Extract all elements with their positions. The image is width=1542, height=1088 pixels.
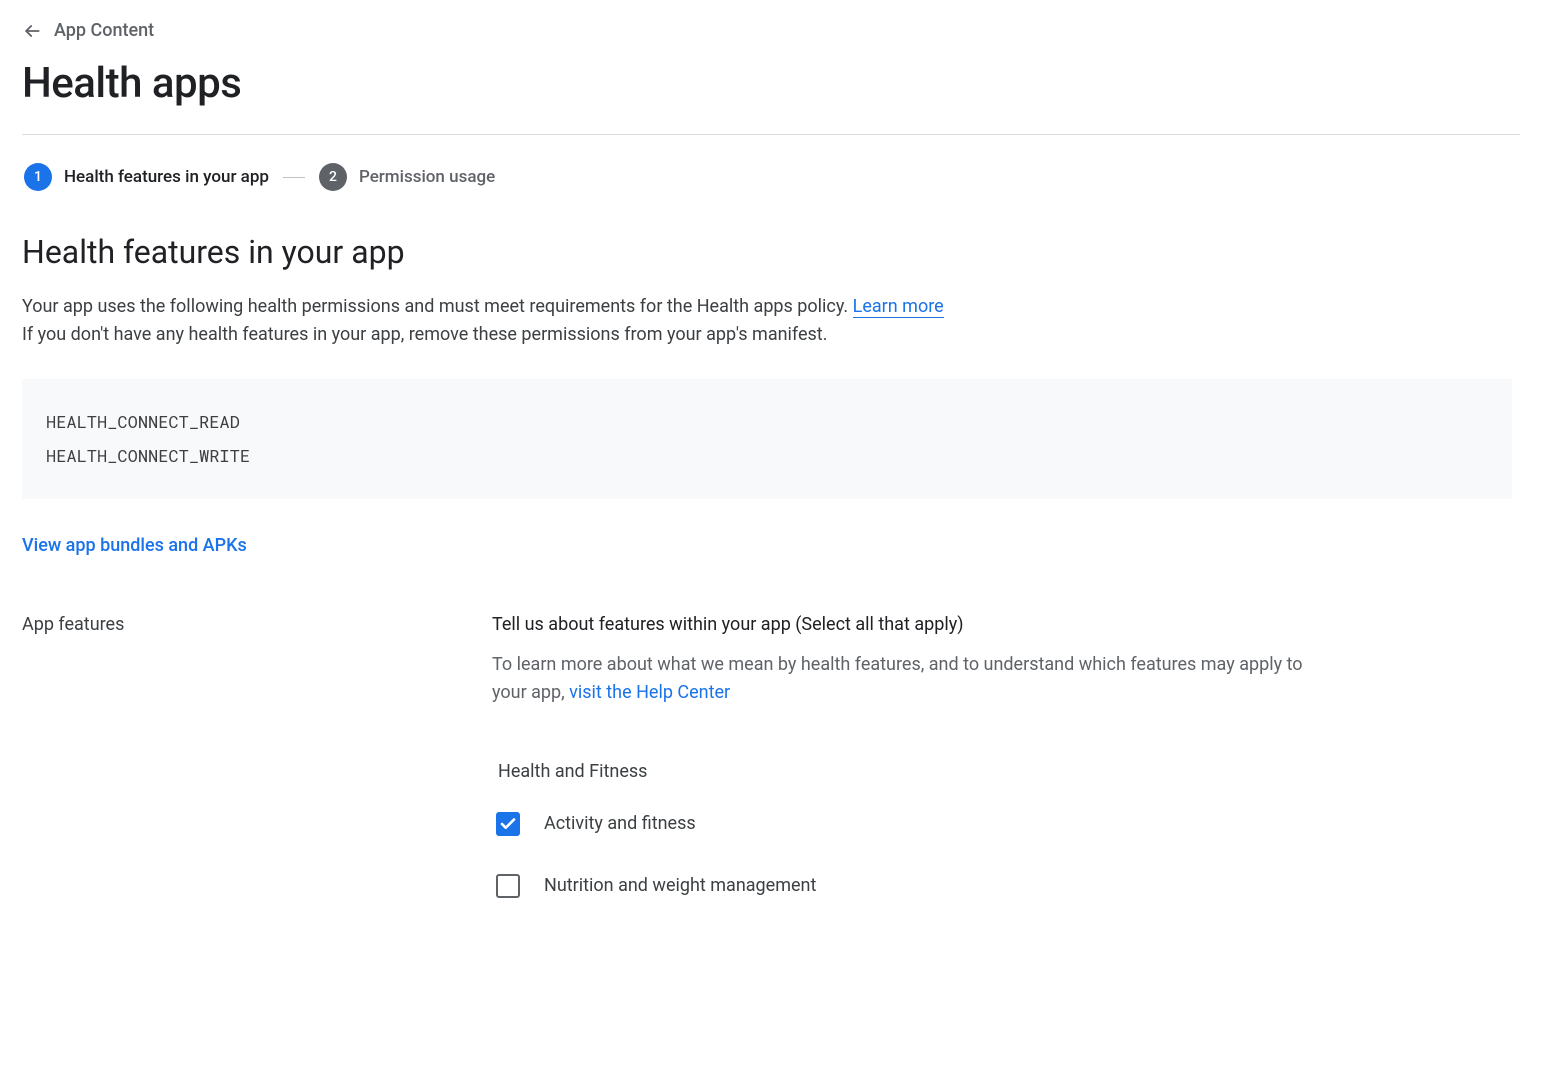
group-heading-health-fitness: Health and Fitness: [498, 761, 1312, 782]
step-1[interactable]: 1 Health features in your app: [24, 163, 269, 191]
form-help-text: To learn more about what we mean by heal…: [492, 651, 1312, 707]
section-title: Health features in your app: [22, 233, 1520, 271]
desc-text-1: Your app uses the following health permi…: [22, 296, 853, 317]
form-question: Tell us about features within your app (…: [492, 614, 1312, 635]
check-icon: [499, 815, 517, 833]
breadcrumb: App Content: [22, 20, 1520, 41]
app-features-label: App features: [22, 614, 452, 635]
form-content-column: Tell us about features within your app (…: [492, 614, 1312, 936]
checkbox-label-nutrition: Nutrition and weight management: [544, 875, 816, 896]
back-arrow-icon[interactable]: [22, 21, 42, 41]
checkbox-row-nutrition: Nutrition and weight management: [496, 874, 1312, 898]
learn-more-link[interactable]: Learn more: [853, 296, 944, 318]
page-title: Health apps: [22, 59, 1520, 108]
help-center-link[interactable]: visit the Help Center: [569, 682, 730, 703]
section-description: Your app uses the following health permi…: [22, 293, 1272, 349]
permissions-box: HEALTH_CONNECT_READ HEALTH_CONNECT_WRITE: [22, 379, 1512, 499]
checkbox-row-activity: Activity and fitness: [496, 812, 1312, 836]
checkbox-activity-fitness[interactable]: [496, 812, 520, 836]
desc-text-2: If you don't have any health features in…: [22, 324, 827, 345]
checkbox-label-activity: Activity and fitness: [544, 813, 696, 834]
permission-item: HEALTH_CONNECT_WRITE: [46, 439, 1488, 473]
step-2-circle: 2: [319, 163, 347, 191]
step-2-label: Permission usage: [359, 167, 495, 187]
step-1-circle: 1: [24, 163, 52, 191]
step-2[interactable]: 2 Permission usage: [319, 163, 495, 191]
breadcrumb-label[interactable]: App Content: [54, 20, 154, 41]
view-bundles-link[interactable]: View app bundles and APKs: [22, 535, 247, 556]
stepper: 1 Health features in your app 2 Permissi…: [24, 163, 1520, 191]
divider: [22, 134, 1520, 135]
form-label-column: App features: [22, 614, 452, 635]
permission-item: HEALTH_CONNECT_READ: [46, 405, 1488, 439]
step-connector: [283, 177, 305, 178]
checkbox-nutrition-weight[interactable]: [496, 874, 520, 898]
app-features-row: App features Tell us about features with…: [22, 614, 1520, 936]
step-1-label: Health features in your app: [64, 167, 269, 187]
